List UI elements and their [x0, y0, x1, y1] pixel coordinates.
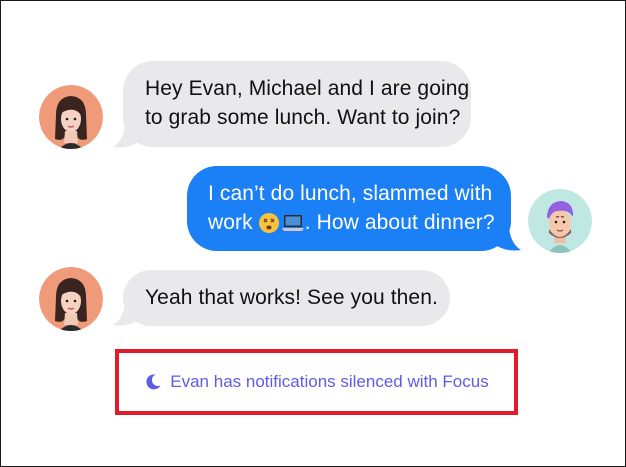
contact-avatar[interactable] [39, 267, 103, 331]
message-text: . How about dinner? [304, 211, 495, 234]
focus-status-highlight: Evan has notifications silenced with Foc… [115, 349, 518, 415]
message-bubble-incoming[interactable]: Hey Evan, Michael and I are going to gra… [123, 61, 471, 147]
message-text-line: to grab some lunch. Want to join? [145, 106, 461, 129]
focus-status-notice: Evan has notifications silenced with Foc… [144, 372, 489, 392]
laptop-emoji-icon [281, 214, 304, 231]
my-avatar[interactable] [528, 189, 592, 253]
focus-status-text: Evan has notifications silenced with Foc… [170, 372, 489, 391]
memoji-woman-icon [39, 267, 103, 331]
message-text-line: Yeah that works! See you then. [145, 286, 438, 309]
moon-icon [146, 374, 161, 390]
dizzy-face-emoji-icon [258, 212, 279, 233]
message-text-line: Hey Evan, Michael and I are going [145, 77, 470, 100]
message-text-line: I can’t do lunch, slammed with [208, 182, 493, 205]
message-bubble-incoming[interactable]: Yeah that works! See you then. [123, 270, 450, 326]
message-text: work [208, 211, 253, 234]
message-bubble-outgoing[interactable]: I can’t do lunch, slammed with work . Ho… [187, 166, 511, 251]
memoji-man-icon [528, 189, 592, 253]
contact-avatar[interactable] [39, 85, 103, 149]
message-text-line-with-emoji: work . How about dinner? [208, 208, 511, 237]
messages-screen: Hey Evan, Michael and I are going to gra… [0, 0, 626, 467]
memoji-woman-icon [39, 85, 103, 149]
